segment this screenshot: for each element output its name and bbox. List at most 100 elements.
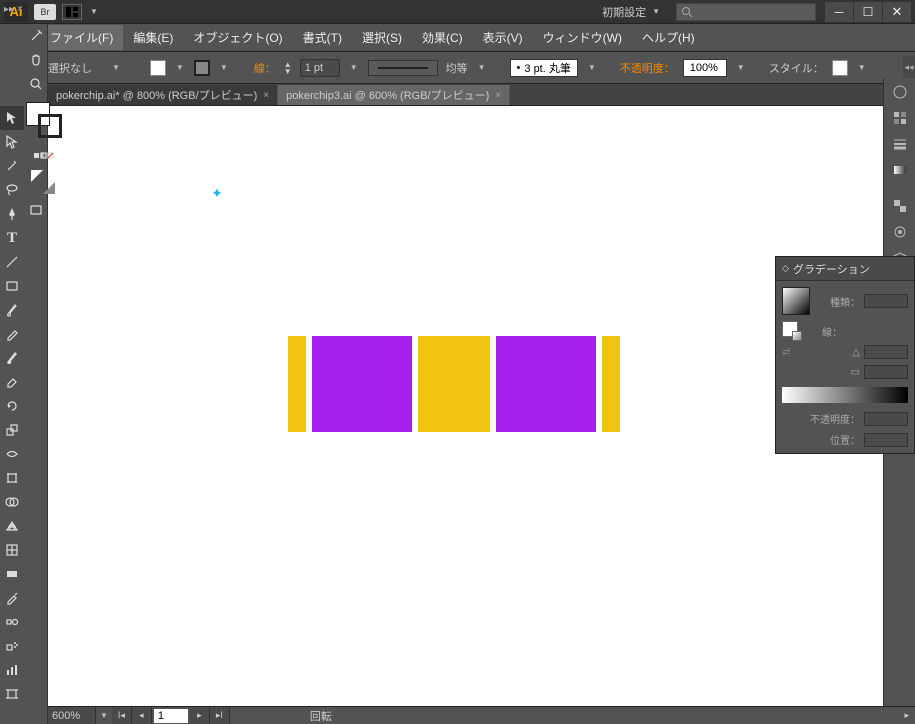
tool-mesh[interactable]	[0, 538, 24, 562]
artwork-group[interactable]	[288, 336, 620, 432]
tool-direct-selection[interactable]	[0, 130, 24, 154]
brush-dropdown-arrow[interactable]: ▼	[586, 63, 598, 72]
gradient-stroke-swatch[interactable]	[792, 331, 802, 341]
rail-color-icon[interactable]	[888, 80, 912, 104]
tool-pencil[interactable]	[0, 322, 24, 346]
menu-effect[interactable]: 効果(C)	[412, 25, 473, 50]
artboard-first-button[interactable]: I◂	[112, 707, 132, 724]
search-input[interactable]	[676, 3, 816, 21]
menu-window[interactable]: ウィンドウ(W)	[533, 25, 632, 50]
tool-type[interactable]: T	[0, 226, 24, 250]
menu-view[interactable]: 表示(V)	[473, 25, 533, 50]
stroke-weight-stepper-icon[interactable]: ▲▼	[284, 61, 292, 75]
tool-hand[interactable]	[24, 48, 48, 72]
tool-width[interactable]	[0, 442, 24, 466]
tool-blob-brush[interactable]	[0, 346, 24, 370]
shape-rect-5[interactable]	[602, 336, 620, 432]
brush-definition-dropdown[interactable]: • 3 pt. 丸筆	[510, 59, 578, 77]
tool-artboard[interactable]	[0, 682, 24, 706]
reverse-gradient-icon[interactable]: ⇄	[782, 347, 790, 358]
tool-scale[interactable]	[0, 418, 24, 442]
artboard-last-button[interactable]: ▸I	[210, 707, 230, 724]
fill-swatch[interactable]	[150, 60, 166, 76]
stroke-weight-field[interactable]: 1 pt	[300, 59, 340, 77]
arrange-documents-icon[interactable]	[62, 4, 82, 20]
fill-dropdown-arrow[interactable]: ▼	[174, 63, 186, 72]
selection-dropdown-arrow[interactable]: ▼	[110, 63, 122, 72]
shape-rect-2[interactable]	[312, 336, 412, 432]
tab-close-icon[interactable]: ×	[263, 90, 269, 101]
rail-stroke-icon[interactable]	[888, 132, 912, 156]
artboard-prev-button[interactable]: ◂	[132, 707, 152, 724]
gradient-stop-position-field[interactable]	[864, 433, 908, 447]
gradient-aspect-field[interactable]	[864, 365, 908, 379]
minimize-button[interactable]: ─	[825, 2, 853, 22]
tool-change-screen-mode[interactable]	[24, 198, 48, 222]
rail-expand-toggle[interactable]: ◂◂	[903, 56, 915, 78]
stroke-swatch-dropdown-arrow[interactable]: ▼	[218, 63, 230, 72]
stroke-gradient-mode-2[interactable]	[868, 323, 886, 339]
style-swatch[interactable]	[832, 60, 848, 76]
panel-header[interactable]: ◇ グラデーション	[776, 257, 914, 281]
fill-stroke-indicator[interactable]	[24, 100, 64, 140]
menu-type[interactable]: 書式(T)	[293, 25, 352, 50]
rail-gradient-icon[interactable]	[888, 158, 912, 182]
status-more-arrow[interactable]: ▸	[904, 710, 915, 721]
zoom-level-field[interactable]: 600%	[48, 707, 96, 724]
rail-swatches-icon[interactable]	[888, 106, 912, 130]
zoom-dropdown-arrow[interactable]: ▼	[96, 711, 112, 720]
stroke-profile-dropdown[interactable]	[368, 60, 438, 76]
stroke-weight-dropdown-arrow[interactable]: ▼	[348, 63, 360, 72]
close-button[interactable]: ✕	[883, 2, 911, 22]
tool-slice[interactable]	[24, 24, 48, 48]
rail-appearance-icon[interactable]	[888, 220, 912, 244]
tool-shape-builder[interactable]	[0, 490, 24, 514]
menu-edit[interactable]: 編集(E)	[123, 25, 183, 50]
maximize-button[interactable]: ☐	[854, 2, 882, 22]
tool-selection[interactable]	[0, 106, 24, 130]
tool-perspective-grid[interactable]	[0, 514, 24, 538]
tool-free-transform[interactable]	[0, 466, 24, 490]
stroke-gradient-mode-3[interactable]	[890, 323, 908, 339]
stroke-swatch[interactable]	[194, 60, 210, 76]
bridge-badge[interactable]: Br	[34, 4, 56, 20]
tool-magic-wand[interactable]	[0, 154, 24, 178]
tool-eyedropper[interactable]	[0, 586, 24, 610]
stroke-indicator[interactable]	[38, 114, 62, 138]
screen-mode-toggle[interactable]	[29, 168, 59, 198]
artboard-next-button[interactable]: ▸	[190, 707, 210, 724]
tool-line[interactable]	[0, 250, 24, 274]
gradient-preview[interactable]	[782, 287, 810, 315]
tab-close-icon[interactable]: ×	[495, 90, 501, 101]
arrange-dropdown-arrow[interactable]: ▼	[88, 7, 100, 16]
document-tab-1[interactable]: pokerchip.ai* @ 800% (RGB/プレビュー) ×	[48, 85, 278, 105]
rail-transparency-icon[interactable]	[888, 194, 912, 218]
shape-rect-3[interactable]	[418, 336, 490, 432]
stroke-gradient-mode-1[interactable]	[846, 323, 864, 339]
document-tab-2[interactable]: pokerchip3.ai @ 600% (RGB/プレビュー) ×	[278, 85, 510, 105]
shape-rect-1[interactable]	[288, 336, 306, 432]
workspace-preset-dropdown[interactable]: 初期設定 ▼	[596, 4, 668, 20]
tool-lasso[interactable]	[0, 178, 24, 202]
gradient-angle-field[interactable]	[864, 345, 908, 359]
color-mode-buttons[interactable]	[32, 144, 56, 168]
tool-pen[interactable]	[0, 202, 24, 226]
opacity-dropdown-arrow[interactable]: ▼	[735, 63, 747, 72]
tool-column-graph[interactable]	[0, 658, 24, 682]
menu-help[interactable]: ヘルプ(H)	[632, 25, 705, 50]
artboard-number-field[interactable]: 1	[154, 709, 188, 723]
shape-rect-4[interactable]	[496, 336, 596, 432]
tool-rectangle[interactable]	[0, 274, 24, 298]
tool-gradient[interactable]	[0, 562, 24, 586]
tool-eraser[interactable]	[0, 370, 24, 394]
gradient-stop-opacity-field[interactable]	[864, 412, 908, 426]
style-dropdown-arrow[interactable]: ▼	[856, 63, 868, 72]
expand-toolbox-toggle[interactable]: ▸▸ ×	[4, 4, 23, 15]
tool-symbol-sprayer[interactable]	[0, 634, 24, 658]
gradient-type-dropdown[interactable]	[864, 294, 908, 308]
tool-paintbrush[interactable]	[0, 298, 24, 322]
stroke-profile-arrow[interactable]: ▼	[476, 63, 488, 72]
tool-rotate[interactable]	[0, 394, 24, 418]
tool-zoom[interactable]	[24, 72, 48, 96]
opacity-field[interactable]: 100%	[683, 59, 727, 77]
